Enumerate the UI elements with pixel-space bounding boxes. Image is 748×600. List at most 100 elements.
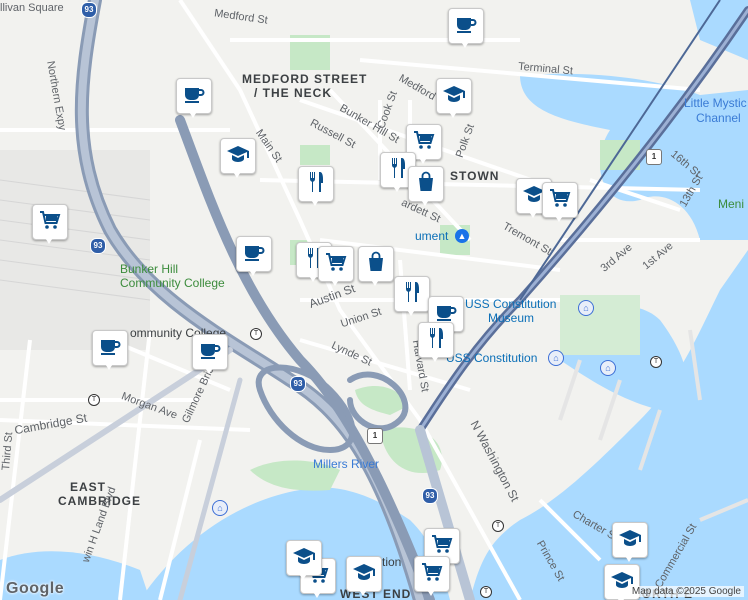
poi-pin-box[interactable] — [436, 78, 472, 114]
route-1-shield-2: 1 — [367, 428, 383, 444]
map-canvas[interactable]: llivan Square Medford St MEDFORD STREET … — [0, 0, 748, 600]
school-icon — [292, 544, 316, 573]
museum-icon-2[interactable]: ⌂ — [600, 360, 616, 376]
poi-pin-grocery[interactable] — [542, 182, 578, 224]
fork-knife-icon — [424, 326, 448, 355]
poi-pin-pointer — [312, 590, 322, 598]
poi-pin-grocery[interactable] — [318, 246, 354, 288]
poi-pin-school[interactable] — [286, 540, 322, 582]
poi-pin-pointer — [44, 236, 54, 244]
poi-pin-pointer — [418, 156, 428, 164]
fork-knife-icon — [386, 156, 410, 185]
bag-icon — [414, 170, 438, 199]
coffee-icon — [454, 12, 478, 41]
poi-pin-school[interactable] — [220, 138, 256, 180]
label-little-mystic-2: Channel — [696, 111, 741, 125]
poi-pin-box[interactable] — [286, 540, 322, 576]
poi-pin-pointer — [420, 198, 430, 206]
poi-pin-box[interactable] — [318, 246, 354, 282]
poi-pin-box[interactable] — [612, 522, 648, 558]
poi-pin-pointer — [308, 274, 318, 282]
poi-pin-restaurant[interactable] — [298, 166, 334, 208]
poi-pin-box[interactable] — [414, 556, 450, 592]
label-bunker-hill-cc-2: Community College — [120, 276, 225, 290]
label-uss-constitution: USS Constitution — [446, 351, 538, 365]
poi-pin-box[interactable] — [220, 138, 256, 174]
poi-pin-shop[interactable] — [358, 246, 394, 288]
poi-pin-grocery[interactable] — [32, 204, 68, 246]
cart-icon — [324, 250, 348, 279]
poi-pin-box[interactable] — [298, 166, 334, 202]
transit-station-icon-5[interactable]: T — [650, 356, 662, 368]
poi-pin-pointer — [448, 110, 458, 118]
monument-icon[interactable]: ▲ — [455, 229, 469, 243]
poi-pin-pointer — [298, 572, 308, 580]
interstate-93-shield-3: 93 — [422, 488, 438, 504]
poi-pin-cafe[interactable] — [448, 8, 484, 50]
transit-station-icon-4[interactable]: T — [88, 394, 100, 406]
poi-pin-box[interactable] — [358, 246, 394, 282]
map-attribution: Map data ©2025 Google — [628, 586, 744, 597]
school-icon — [442, 82, 466, 111]
poi-pin-box[interactable] — [542, 182, 578, 218]
poi-pin-pointer — [528, 210, 538, 218]
map-base-layer — [0, 0, 748, 600]
coffee-icon — [98, 334, 122, 363]
poi-pin-box[interactable] — [92, 330, 128, 366]
label-monument: ument — [415, 229, 449, 243]
poi-pin-box[interactable] — [236, 236, 272, 272]
poi-pin-pointer — [392, 184, 402, 192]
interstate-93-shield-4: 93 — [90, 238, 106, 254]
poi-pin-cafe[interactable] — [192, 334, 228, 376]
poi-pin-pointer — [232, 170, 242, 178]
poi-pin-pointer — [460, 40, 470, 48]
transit-station-icon-2[interactable]: T — [492, 520, 504, 532]
poi-pin-box[interactable] — [408, 166, 444, 202]
poi-pin-school[interactable] — [612, 522, 648, 564]
label-medford-street-neck-2: / THE NECK — [254, 86, 333, 100]
poi-pin-pointer — [406, 308, 416, 316]
poi-pin-pointer — [204, 366, 214, 374]
poi-pin-pointer — [624, 554, 634, 562]
poi-pin-cafe[interactable] — [176, 78, 212, 120]
poi-pin-pointer — [104, 362, 114, 370]
poi-pin-cafe[interactable] — [92, 330, 128, 372]
poi-pin-school[interactable] — [436, 78, 472, 120]
poi-pin-restaurant[interactable] — [394, 276, 430, 318]
cart-icon — [38, 208, 62, 237]
poi-pin-grocery[interactable] — [414, 556, 450, 598]
poi-pin-restaurant[interactable] — [418, 322, 454, 364]
poi-pin-pointer — [330, 278, 340, 286]
museum-icon-3[interactable]: ⌂ — [212, 500, 228, 516]
google-logo: Google — [6, 580, 65, 597]
ship-museum-icon[interactable]: ⌂ — [548, 350, 564, 366]
poi-pin-box[interactable] — [176, 78, 212, 114]
poi-pin-shop[interactable] — [408, 166, 444, 208]
poi-pin-pointer — [426, 588, 436, 596]
poi-pin-cafe[interactable] — [236, 236, 272, 278]
poi-pin-box[interactable] — [394, 276, 430, 312]
label-uss-museum-1: USS Constitution — [465, 297, 557, 311]
transit-station-icon-3[interactable]: T — [480, 586, 492, 598]
label-charlestown: STOWN — [450, 169, 500, 183]
coffee-icon — [182, 82, 206, 111]
school-icon — [226, 142, 250, 171]
poi-pin-box[interactable] — [346, 556, 382, 592]
poi-pin-school[interactable] — [346, 556, 382, 598]
poi-pin-box[interactable] — [448, 8, 484, 44]
transit-station-icon[interactable]: T — [250, 328, 262, 340]
label-uss-museum-2: Museum — [488, 311, 535, 325]
poi-pin-pointer — [430, 354, 440, 362]
cart-icon — [548, 186, 572, 215]
label-little-mystic-1: Little Mystic — [684, 96, 747, 110]
coffee-icon — [198, 338, 222, 367]
poi-pin-pointer — [248, 268, 258, 276]
poi-pin-box[interactable] — [32, 204, 68, 240]
poi-pin-box[interactable] — [192, 334, 228, 370]
label-millers-river: Millers River — [313, 457, 379, 471]
poi-pin-pointer — [188, 110, 198, 118]
museum-icon[interactable]: ⌂ — [578, 300, 594, 316]
poi-pin-box[interactable] — [418, 322, 454, 358]
label-meni: Meni — [718, 197, 745, 211]
interstate-93-shield: 93 — [81, 2, 97, 18]
